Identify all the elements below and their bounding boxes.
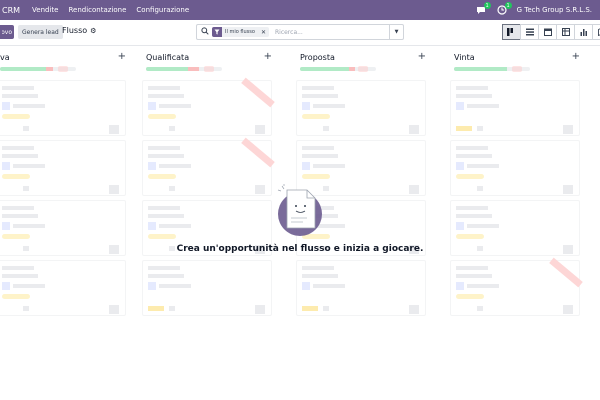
- kanban-column-qualificata: Qualificata +: [138, 46, 278, 400]
- menu-configurazione[interactable]: Configurazione: [136, 6, 189, 14]
- breadcrumb: Flusso ⚙: [62, 26, 96, 35]
- calendar-view-icon[interactable]: [538, 24, 557, 40]
- list-view-icon[interactable]: [520, 24, 539, 40]
- chevron-down-icon[interactable]: ▼: [389, 25, 403, 39]
- activity-badge: 1: [504, 2, 512, 9]
- kanban-column-vinta: Vinta +: [446, 46, 586, 400]
- map-view-icon[interactable]: [592, 24, 600, 40]
- column-badge: [358, 66, 368, 72]
- kanban-card[interactable]: [0, 260, 126, 316]
- chat-badge: 1: [483, 2, 491, 9]
- kanban-card[interactable]: [450, 140, 580, 196]
- search-input[interactable]: Ricerca...: [275, 29, 389, 36]
- column-title: Proposta: [300, 53, 335, 62]
- plus-icon[interactable]: +: [418, 51, 426, 62]
- kanban-card[interactable]: [0, 140, 126, 196]
- column-title: Vinta: [454, 53, 475, 62]
- column-title: Qualificata: [146, 53, 190, 62]
- filter-facet-label: Il mio flusso: [225, 29, 255, 35]
- top-navbar: CRM Vendite Rendicontazione Configurazio…: [0, 0, 600, 20]
- filter-facet: Il mio flusso ✕: [212, 27, 269, 37]
- kanban-card[interactable]: [0, 80, 126, 136]
- kanban-column-nuova: va +: [0, 46, 132, 400]
- column-badge: [204, 66, 214, 72]
- kanban-card[interactable]: [296, 260, 426, 316]
- close-icon[interactable]: ✕: [258, 29, 269, 36]
- new-button-label: Nuovo: [2, 28, 12, 36]
- breadcrumb-current: Flusso: [62, 26, 88, 35]
- graph-view-icon[interactable]: [574, 24, 593, 40]
- column-title: va: [0, 53, 10, 62]
- clock-icon[interactable]: 1: [496, 2, 512, 15]
- column-badge: [58, 66, 68, 72]
- kanban-card[interactable]: [296, 80, 426, 136]
- chat-icon[interactable]: 1: [475, 2, 491, 15]
- new-button[interactable]: Nuovo: [0, 25, 14, 39]
- kanban-card[interactable]: [450, 80, 580, 136]
- kanban-card[interactable]: [142, 260, 272, 316]
- control-panel: Nuovo Genera lead Flusso ⚙ Il mio flusso…: [0, 20, 600, 46]
- plus-icon[interactable]: +: [118, 51, 126, 62]
- kanban-card[interactable]: [142, 77, 275, 136]
- view-switcher: [502, 24, 600, 40]
- search-bar: Il mio flusso ✕ Ricerca... ▼: [196, 24, 404, 40]
- search-icon[interactable]: [197, 27, 213, 37]
- app-name[interactable]: CRM: [2, 6, 20, 15]
- plus-icon[interactable]: +: [572, 51, 580, 62]
- kanban-card[interactable]: [450, 257, 583, 316]
- kanban-card[interactable]: [142, 137, 275, 196]
- column-badge: [512, 66, 522, 72]
- generate-lead-button[interactable]: Genera lead: [18, 25, 63, 39]
- menu-rendicontazione[interactable]: Rendicontazione: [68, 6, 126, 14]
- filter-icon: [212, 27, 222, 37]
- pivot-view-icon[interactable]: [556, 24, 575, 40]
- empty-state-message: Crea un'opportunità nel flusso e inizia …: [176, 244, 424, 254]
- company-switcher[interactable]: G Tech Group S.R.L.S.: [517, 6, 592, 14]
- menu-vendite[interactable]: Vendite: [32, 6, 58, 14]
- empty-state-illustration: [277, 184, 322, 236]
- kanban-view-icon[interactable]: [502, 24, 521, 40]
- plus-icon[interactable]: +: [264, 51, 272, 62]
- gear-icon[interactable]: ⚙: [90, 27, 96, 35]
